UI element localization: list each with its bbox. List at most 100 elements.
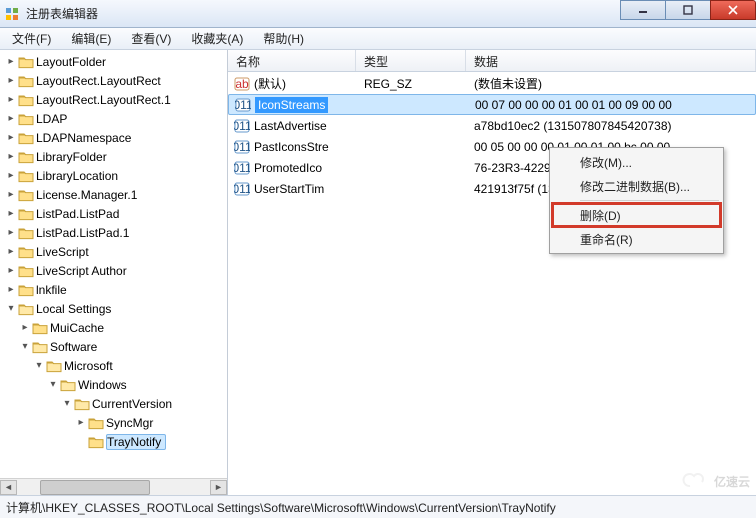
value-type: REG_SZ <box>356 77 466 91</box>
ctx-modify[interactable]: 修改(M)... <box>552 150 721 174</box>
list-pane: 名称 类型 数据 ab(默认) REG_SZ (数值未设置)011IconStr… <box>228 50 756 495</box>
tree-item[interactable]: ▸ MuiCache <box>4 318 227 337</box>
tree-item-label: LayoutFolder <box>36 55 106 69</box>
svg-text:ab: ab <box>235 77 249 91</box>
menu-view[interactable]: 查看(V) <box>121 28 181 49</box>
tree-item-label: LibraryFolder <box>36 150 107 164</box>
tree-item[interactable]: TrayNotify <box>4 432 227 451</box>
col-type[interactable]: 类型 <box>356 50 466 71</box>
svg-text:011: 011 <box>234 119 250 133</box>
svg-text:011: 011 <box>234 182 250 196</box>
tree-item-label: LayoutRect.LayoutRect.1 <box>36 93 171 107</box>
expand-icon[interactable]: ▸ <box>4 227 18 238</box>
expand-icon[interactable]: ▸ <box>4 170 18 181</box>
binary-value-icon: 011 <box>234 160 250 176</box>
binary-value-icon: 011 <box>234 181 250 197</box>
ctx-rename[interactable]: 重命名(R) <box>552 227 721 251</box>
menu-fav[interactable]: 收藏夹(A) <box>181 28 253 49</box>
maximize-button[interactable] <box>665 0 711 20</box>
tree-item[interactable]: ▸ lnkfile <box>4 280 227 299</box>
folder-icon <box>18 168 34 184</box>
tree-item[interactable]: ▸ LayoutRect.LayoutRect <box>4 71 227 90</box>
expand-icon[interactable]: ▸ <box>4 75 18 86</box>
expand-icon[interactable]: ▾ <box>4 303 18 314</box>
statusbar: 计算机\HKEY_CLASSES_ROOT\Local Settings\Sof… <box>0 495 756 518</box>
tree-item[interactable]: ▸ SyncMgr <box>4 413 227 432</box>
scroll-left-icon[interactable]: ◄ <box>0 480 17 495</box>
menu-help[interactable]: 帮助(H) <box>253 28 314 49</box>
folder-icon <box>18 187 34 203</box>
value-name: (默认) <box>254 75 286 92</box>
expand-icon[interactable]: ▸ <box>4 284 18 295</box>
close-button[interactable] <box>710 0 756 20</box>
folder-icon <box>18 73 34 89</box>
scroll-right-icon[interactable]: ► <box>210 480 227 495</box>
ctx-delete[interactable]: 删除(D) <box>552 203 721 227</box>
tree-item[interactable]: ▾ CurrentVersion <box>4 394 227 413</box>
tree-item-label: LayoutRect.LayoutRect <box>36 74 161 88</box>
expand-icon[interactable]: ▸ <box>4 189 18 200</box>
folder-icon <box>32 320 48 336</box>
menu-file[interactable]: 文件(F) <box>2 28 61 49</box>
expand-icon[interactable]: ▸ <box>4 151 18 162</box>
tree-scroll[interactable]: ▸ LayoutFolder▸ LayoutRect.LayoutRect▸ L… <box>0 50 227 478</box>
tree-item[interactable]: ▸ LayoutRect.LayoutRect.1 <box>4 90 227 109</box>
expand-icon[interactable]: ▸ <box>4 208 18 219</box>
tree-item-label: LibraryLocation <box>36 169 118 183</box>
tree-hscrollbar[interactable]: ◄ ► <box>0 478 227 495</box>
tree-item-label: TrayNotify <box>106 434 166 450</box>
col-name[interactable]: 名称 <box>228 50 356 71</box>
value-name: IconStreams <box>255 97 328 113</box>
binary-value-icon: 011 <box>235 97 251 113</box>
expand-icon[interactable]: ▾ <box>60 398 74 409</box>
string-value-icon: ab <box>234 76 250 92</box>
folder-icon <box>74 396 90 412</box>
expand-icon[interactable]: ▸ <box>4 113 18 124</box>
folder-icon <box>18 206 34 222</box>
tree-item[interactable]: ▾ Microsoft <box>4 356 227 375</box>
expand-icon[interactable]: ▾ <box>18 341 32 352</box>
tree-item-label: SyncMgr <box>106 416 153 430</box>
tree-item[interactable]: ▸ License.Manager.1 <box>4 185 227 204</box>
list-row[interactable]: ab(默认) REG_SZ (数值未设置) <box>228 73 756 94</box>
tree-item-label: LiveScript <box>36 245 89 259</box>
expand-icon[interactable]: ▸ <box>4 94 18 105</box>
tree-item[interactable]: ▸ LayoutFolder <box>4 52 227 71</box>
expand-icon[interactable]: ▸ <box>4 132 18 143</box>
expand-icon[interactable]: ▸ <box>18 322 32 333</box>
expand-icon[interactable]: ▸ <box>4 265 18 276</box>
expand-icon[interactable]: ▾ <box>46 379 60 390</box>
expand-icon[interactable]: ▸ <box>4 246 18 257</box>
menu-edit[interactable]: 编辑(E) <box>61 28 121 49</box>
tree-item-label: Windows <box>78 378 127 392</box>
folder-icon <box>18 225 34 241</box>
window-controls <box>621 0 756 20</box>
tree-item[interactable]: ▸ LibraryLocation <box>4 166 227 185</box>
folder-icon <box>60 377 76 393</box>
value-name: UserStartTim <box>254 182 324 196</box>
folder-icon <box>88 434 104 450</box>
scroll-thumb[interactable] <box>40 480 150 495</box>
tree-item[interactable]: ▸ ListPad.ListPad <box>4 204 227 223</box>
list-row[interactable]: 011LastAdvertise a78bd10ec2 (13150780784… <box>228 115 756 136</box>
tree-item[interactable]: ▸ LibraryFolder <box>4 147 227 166</box>
expand-icon[interactable]: ▾ <box>32 360 46 371</box>
col-data[interactable]: 数据 <box>466 50 756 71</box>
tree-item[interactable]: ▸ LiveScript Author <box>4 261 227 280</box>
value-data: a78bd10ec2 (131507807845420738) <box>466 119 756 133</box>
tree-item[interactable]: ▾ Windows <box>4 375 227 394</box>
tree-item[interactable]: ▸ LDAPNamespace <box>4 128 227 147</box>
svg-text:011: 011 <box>234 140 250 154</box>
tree-item[interactable]: ▾ Local Settings <box>4 299 227 318</box>
minimize-button[interactable] <box>620 0 666 20</box>
tree-item[interactable]: ▸ ListPad.ListPad.1 <box>4 223 227 242</box>
expand-icon[interactable]: ▸ <box>4 56 18 67</box>
tree-item[interactable]: ▸ LDAP <box>4 109 227 128</box>
folder-icon <box>88 415 104 431</box>
tree-item[interactable]: ▾ Software <box>4 337 227 356</box>
expand-icon[interactable]: ▸ <box>74 417 88 428</box>
list-row[interactable]: 011IconStreams 00 07 00 00 00 01 00 01 0… <box>228 94 756 115</box>
tree-item-label: lnkfile <box>36 283 67 297</box>
ctx-modify-binary[interactable]: 修改二进制数据(B)... <box>552 174 721 198</box>
tree-item[interactable]: ▸ LiveScript <box>4 242 227 261</box>
